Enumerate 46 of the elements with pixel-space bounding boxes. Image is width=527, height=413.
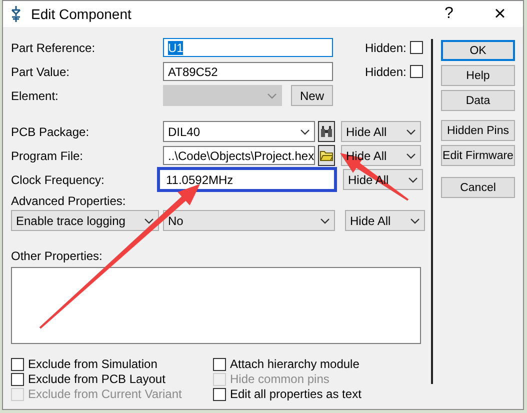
dialog-button[interactable]: Cancel <box>441 177 515 198</box>
file-path-field[interactable]: ..\Code\Objects\Project.hex <box>163 146 315 165</box>
hidden-checkbox[interactable] <box>410 65 424 78</box>
dialog-button[interactable]: Hidden Pins <box>441 120 515 141</box>
package-dropdown[interactable]: DIL40 <box>163 121 315 142</box>
checkbox-label: Hide common pins <box>230 372 330 386</box>
binoculars-icon[interactable] <box>318 121 335 142</box>
checkbox[interactable] <box>11 358 24 370</box>
checkbox-label: Edit all properties as text <box>230 387 362 401</box>
window-title: Edit Component <box>31 6 132 22</box>
hidden-label: Hidden: <box>365 64 406 78</box>
field-label: Part Reference: <box>11 40 96 54</box>
section-label: Other Properties: <box>11 249 104 263</box>
field-label: Clock Frequency: <box>11 172 106 186</box>
text-field[interactable]: U1 <box>163 38 333 57</box>
visibility-dropdown[interactable]: Hide All <box>345 210 425 231</box>
checkbox[interactable] <box>11 372 24 386</box>
folder-icon[interactable] <box>318 145 335 166</box>
text-field[interactable]: AT89C52 <box>163 62 333 81</box>
property-dropdown[interactable]: Enable trace logging <box>11 210 159 231</box>
value-dropdown[interactable]: No <box>163 210 335 231</box>
checkbox-label: Exclude from Current Variant <box>28 387 182 401</box>
checkbox[interactable] <box>213 358 226 370</box>
field-label: Program File: <box>11 148 84 162</box>
checkbox-label: Attach hierarchy module <box>230 357 360 371</box>
checkbox[interactable] <box>213 388 226 400</box>
field-label: Part Value: <box>11 64 70 78</box>
close-button[interactable]: × <box>477 2 523 26</box>
dialog-button[interactable]: OK <box>441 40 515 61</box>
visibility-dropdown[interactable]: Hide All <box>341 121 421 142</box>
properties-text-area[interactable] <box>11 267 421 344</box>
hidden-label: Hidden: <box>365 40 406 54</box>
checkbox-label: Exclude from Simulation <box>28 357 158 371</box>
visibility-dropdown[interactable]: Hide All <box>343 169 423 190</box>
field-label: Element: <box>11 88 60 102</box>
help-button[interactable]: ? <box>429 5 469 23</box>
dialog-button[interactable]: Edit Firmware <box>441 145 515 166</box>
dialog-button[interactable]: Help <box>441 65 515 86</box>
section-label: Advanced Properties: <box>11 194 127 208</box>
hidden-checkbox[interactable] <box>410 41 424 54</box>
checkbox-label: Exclude from PCB Layout <box>28 372 166 386</box>
field-label: PCB Package: <box>11 124 90 138</box>
component-icon <box>9 6 23 22</box>
clock-frequency-field[interactable]: 11.0592MHz <box>157 167 337 192</box>
arrow <box>340 153 409 201</box>
dialog-button[interactable]: Data <box>441 90 515 111</box>
